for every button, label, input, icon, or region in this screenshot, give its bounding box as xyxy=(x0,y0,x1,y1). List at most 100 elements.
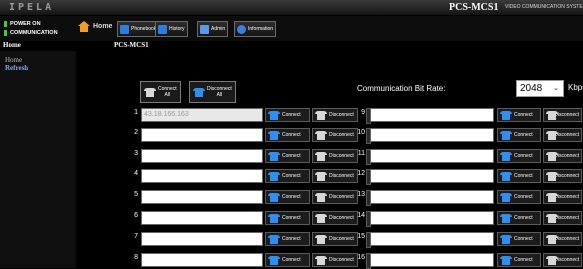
disconnect-button[interactable]: Disconnect xyxy=(543,149,582,163)
connect-button[interactable]: Connect xyxy=(265,190,310,204)
hangup-icon xyxy=(546,255,558,265)
site-number: 15 xyxy=(357,233,365,240)
hangup-icon xyxy=(546,213,558,223)
chevron-down-icon: ⌄ xyxy=(553,85,559,92)
site-address-input[interactable] xyxy=(370,108,494,122)
connect-button[interactable]: Connect xyxy=(497,149,541,163)
disconnect-button[interactable]: Disconnect xyxy=(543,169,582,183)
disconnect-button[interactable]: Disconnect xyxy=(543,108,582,122)
disconnect-button[interactable]: Disconnect xyxy=(312,253,358,267)
connect-button[interactable]: Connect xyxy=(265,108,310,122)
site-address-input[interactable] xyxy=(370,169,494,183)
site-address-input[interactable] xyxy=(141,128,263,142)
hangup-icon xyxy=(546,151,558,161)
bitrate-select[interactable]: 2048 ⌄ xyxy=(516,80,564,97)
site-address-input[interactable] xyxy=(141,169,263,183)
disconnect-button[interactable]: Disconnect xyxy=(543,253,582,267)
connect-button[interactable]: Connect xyxy=(265,253,310,267)
phone-icon xyxy=(268,255,280,265)
site-address-input[interactable] xyxy=(141,211,263,225)
phone-icon xyxy=(500,110,512,120)
site-number: 9 xyxy=(361,109,365,116)
hangup-icon xyxy=(315,192,327,202)
main-panel: Connect All Disconnect All Communication B… xyxy=(76,51,583,269)
model-name: PCS-MCS1 xyxy=(449,2,499,13)
power-led-icon xyxy=(4,20,7,27)
disconnect-button[interactable]: Disconnect xyxy=(312,190,358,204)
history-button[interactable]: History xyxy=(155,21,188,37)
site-number: 6 xyxy=(134,212,138,219)
hangup-icon xyxy=(315,213,327,223)
hangup-icon xyxy=(315,234,327,244)
connect-button[interactable]: Connect xyxy=(265,169,310,183)
communication-led-icon xyxy=(4,29,7,36)
site-address-input[interactable] xyxy=(141,149,263,163)
home-button[interactable]: Home xyxy=(78,21,112,32)
phone-icon xyxy=(500,234,512,244)
hangup-icon xyxy=(546,171,558,181)
disconnect-button[interactable]: Disconnect xyxy=(312,149,358,163)
disconnect-all-button[interactable]: Disconnect All xyxy=(189,81,236,103)
bitrate-label: Communication Bit Rate: xyxy=(357,84,446,93)
admin-button[interactable]: Admin xyxy=(197,21,229,37)
phone-icon xyxy=(500,171,512,181)
connect-button[interactable]: Connect xyxy=(497,190,541,204)
hangup-icon xyxy=(546,192,558,202)
site-number: 7 xyxy=(134,233,138,240)
connect-button[interactable]: Connect xyxy=(497,211,541,225)
hangup-icon xyxy=(315,151,327,161)
site-number: 4 xyxy=(134,170,138,177)
disconnect-button[interactable]: Disconnect xyxy=(312,128,358,142)
phonebook-icon xyxy=(120,24,129,34)
info-icon xyxy=(237,24,246,34)
site-address-input[interactable] xyxy=(370,128,494,142)
disconnect-button[interactable]: Disconnect xyxy=(543,128,582,142)
site-number: 3 xyxy=(134,150,138,157)
phone-icon xyxy=(268,213,280,223)
site-address-input[interactable] xyxy=(370,211,494,225)
phonebook-button[interactable]: Phonebook xyxy=(117,21,160,37)
phone-icon xyxy=(268,110,280,120)
status-indicators: POWER ON COMMUNICATION xyxy=(4,19,58,37)
communication-status: COMMUNICATION xyxy=(4,28,58,37)
phone-icon xyxy=(268,130,280,140)
site-address-input[interactable] xyxy=(370,149,494,163)
connect-button[interactable]: Connect xyxy=(265,149,310,163)
information-button[interactable]: Information xyxy=(234,21,277,37)
sidebar-item-home[interactable]: Home xyxy=(5,56,22,64)
phone-icon xyxy=(268,151,280,161)
hangup-icon xyxy=(315,110,327,120)
connect-button[interactable]: Connect xyxy=(497,253,541,267)
site-address-input[interactable]: 43.18.166.163 xyxy=(141,108,263,122)
ipela-logo: IPELA xyxy=(9,2,55,13)
disconnect-button[interactable]: Disconnect xyxy=(543,232,582,246)
site-number: 8 xyxy=(134,254,138,261)
site-address-input[interactable] xyxy=(370,190,494,204)
connect-button[interactable]: Connect xyxy=(265,211,310,225)
site-address-input[interactable] xyxy=(370,253,494,267)
site-address-input[interactable] xyxy=(141,190,263,204)
hangup-icon xyxy=(546,130,558,140)
history-icon xyxy=(158,24,167,34)
site-number: 12 xyxy=(357,170,365,177)
connect-button[interactable]: Connect xyxy=(497,108,541,122)
site-number: 13 xyxy=(357,191,365,198)
connect-button[interactable]: Connect xyxy=(497,128,541,142)
site-address-input[interactable] xyxy=(370,232,494,246)
connect-button[interactable]: Connect xyxy=(265,128,310,142)
disconnect-button[interactable]: Disconnect xyxy=(312,211,358,225)
site-address-input[interactable] xyxy=(141,253,263,267)
connect-all-button[interactable]: Connect All xyxy=(140,81,181,103)
disconnect-button[interactable]: Disconnect xyxy=(543,211,582,225)
disconnect-button[interactable]: Disconnect xyxy=(312,232,358,246)
sidebar-item-refresh[interactable]: Refresh xyxy=(5,64,28,72)
disconnect-button[interactable]: Disconnect xyxy=(543,190,582,204)
site-number: 16 xyxy=(357,254,365,261)
site-address-input[interactable] xyxy=(141,232,263,246)
disconnect-button[interactable]: Disconnect xyxy=(312,108,358,122)
connect-button[interactable]: Connect xyxy=(497,169,541,183)
disconnect-button[interactable]: Disconnect xyxy=(312,169,358,183)
connect-button[interactable]: Connect xyxy=(497,232,541,246)
product-subtitle: VIDEO COMMUNICATION SYSTE xyxy=(505,4,583,10)
connect-button[interactable]: Connect xyxy=(265,232,310,246)
